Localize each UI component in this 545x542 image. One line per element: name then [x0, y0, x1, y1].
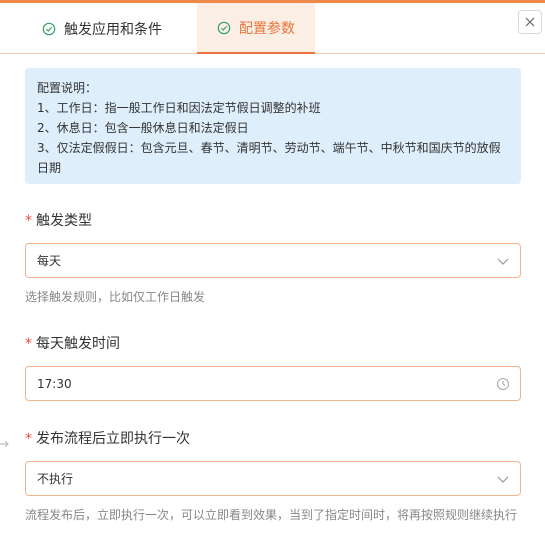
run-once-hint: 流程发布后，立即执行一次，可以立即看到效果，当到了指定时间时，将再按照规则继续执… — [25, 508, 518, 522]
tab-trigger-app-conditions[interactable]: 触发应用和条件 — [22, 3, 192, 54]
required-mark: * — [25, 431, 32, 447]
select-value: 不执行 — [37, 472, 74, 486]
info-title: 配置说明： — [37, 81, 98, 95]
info-line-1: 1、工作日：指一般工作日和因法定节假日调整的补班 — [37, 101, 321, 115]
close-button[interactable] — [518, 10, 542, 34]
config-form: 配置说明： 1、工作日：指一般工作日和因法定节假日调整的补班 2、休息日：包含一… — [0, 54, 545, 542]
required-mark: * — [25, 213, 32, 229]
tab-config-params[interactable]: 配置参数 — [197, 3, 315, 54]
required-mark: * — [25, 336, 32, 352]
run-once-select[interactable]: 不执行 — [25, 461, 521, 496]
tab-label: 触发应用和条件 — [64, 21, 162, 38]
tab-bar: 触发应用和条件 配置参数 — [0, 3, 545, 54]
info-line-3: 3、仅法定假假日：包含元旦、春节、清明节、劳动节、端午节、中秋节和国庆节的放假日… — [37, 141, 501, 175]
trigger-type-hint: 选择触发规则，比如仅工作日触发 — [25, 290, 206, 304]
trigger-time-input[interactable]: 17:30 — [25, 366, 521, 401]
check-circle-icon — [217, 21, 231, 34]
trigger-time-label: * 每天触发时间 — [25, 333, 120, 353]
time-value: 17:30 — [37, 376, 72, 391]
clock-icon — [496, 377, 510, 391]
trigger-type-label: * 触发类型 — [25, 210, 92, 230]
trigger-type-select[interactable]: 每天 — [25, 243, 521, 278]
chevron-down-icon — [497, 258, 509, 265]
close-icon — [525, 17, 535, 27]
config-info-box: 配置说明： 1、工作日：指一般工作日和因法定节假日调整的补班 2、休息日：包含一… — [25, 68, 521, 184]
run-once-label: * 发布流程后立即执行一次 — [25, 428, 190, 448]
info-line-2: 2、休息日：包含一般休息日和法定假日 — [37, 121, 249, 135]
select-value: 每天 — [37, 254, 62, 268]
label-text: 触发类型 — [36, 213, 92, 229]
label-text: 发布流程后立即执行一次 — [36, 431, 190, 447]
chevron-down-icon — [497, 476, 509, 483]
check-circle-icon — [42, 22, 56, 35]
arrow-right-icon — [0, 440, 9, 448]
label-text: 每天触发时间 — [36, 336, 120, 352]
tab-label: 配置参数 — [239, 20, 295, 37]
